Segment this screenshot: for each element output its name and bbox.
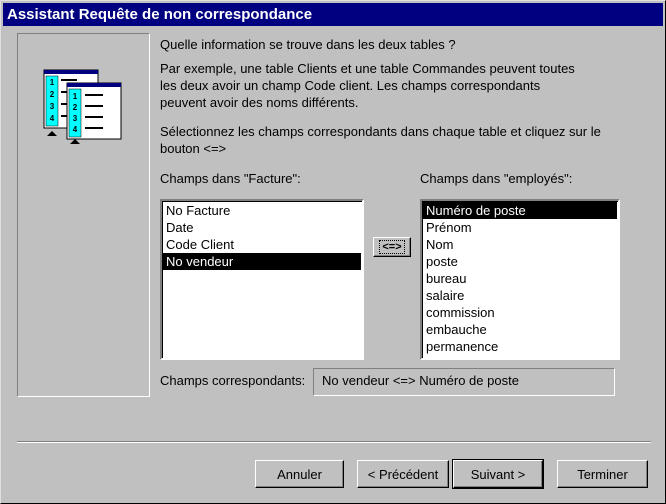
previous-button-label: < Précédent <box>367 466 439 482</box>
left-list-item-selected[interactable]: No vendeur <box>163 253 361 270</box>
next-button-label: Suivant > <box>470 466 526 482</box>
finish-button[interactable]: Terminer <box>557 460 648 488</box>
match-fields-button-label: <=> <box>379 240 405 254</box>
next-button[interactable]: Suivant > <box>452 459 544 489</box>
button-separator <box>17 441 651 443</box>
linked-tables-illustration: 1 2 3 4 1 2 3 4 <box>43 69 122 144</box>
back-num-4: 4 <box>50 114 55 123</box>
right-list-item[interactable]: Nom <box>423 236 617 253</box>
front-num-2: 2 <box>73 103 78 112</box>
matching-fields-value: No vendeur <=> Numéro de poste <box>313 368 615 396</box>
cancel-button[interactable]: Annuler <box>255 460 344 488</box>
cancel-button-label: Annuler <box>277 466 322 482</box>
right-list-item[interactable]: embauche <box>423 321 617 338</box>
front-num-4: 4 <box>73 125 78 134</box>
right-list-item[interactable]: Prénom <box>423 219 617 236</box>
left-list-item[interactable]: Date <box>163 219 361 236</box>
intro-question: Quelle information se trouve dans les de… <box>160 37 456 52</box>
finish-button-label: Terminer <box>577 466 628 482</box>
right-field-list[interactable]: Numéro de poste Prénom Nom poste bureau … <box>420 199 620 360</box>
window-title[interactable]: Assistant Requête de non correspondance <box>3 3 663 26</box>
right-list-item[interactable]: bureau <box>423 270 617 287</box>
match-fields-button[interactable]: <=> <box>373 237 411 257</box>
back-num-1: 1 <box>50 78 55 87</box>
right-list-item[interactable]: commission <box>423 304 617 321</box>
previous-button[interactable]: < Précédent <box>357 460 449 488</box>
left-list-label: Champs dans "Facture": <box>160 171 301 186</box>
left-list-item[interactable]: No Facture <box>163 202 361 219</box>
right-list-label: Champs dans "employés": <box>420 171 573 186</box>
front-num-1: 1 <box>73 92 78 101</box>
left-list-item[interactable]: Code Client <box>163 236 361 253</box>
right-list-item-selected[interactable]: Numéro de poste <box>423 202 617 219</box>
wizard-window: Assistant Requête de non correspondance … <box>0 0 666 504</box>
back-num-2: 2 <box>50 90 55 99</box>
right-list-item[interactable]: salaire <box>423 287 617 304</box>
back-num-3: 3 <box>50 102 55 111</box>
left-field-list[interactable]: No Facture Date Code Client No vendeur <box>160 199 364 360</box>
intro-example: Par exemple, une table Clients et une ta… <box>160 61 575 110</box>
right-list-item[interactable]: poste <box>423 253 617 270</box>
matching-fields-label: Champs correspondants: <box>160 373 306 388</box>
intro-instruction: Sélectionnez les champs correspondants d… <box>160 124 601 156</box>
front-num-3: 3 <box>73 114 78 123</box>
right-list-item[interactable]: permanence <box>423 338 617 355</box>
